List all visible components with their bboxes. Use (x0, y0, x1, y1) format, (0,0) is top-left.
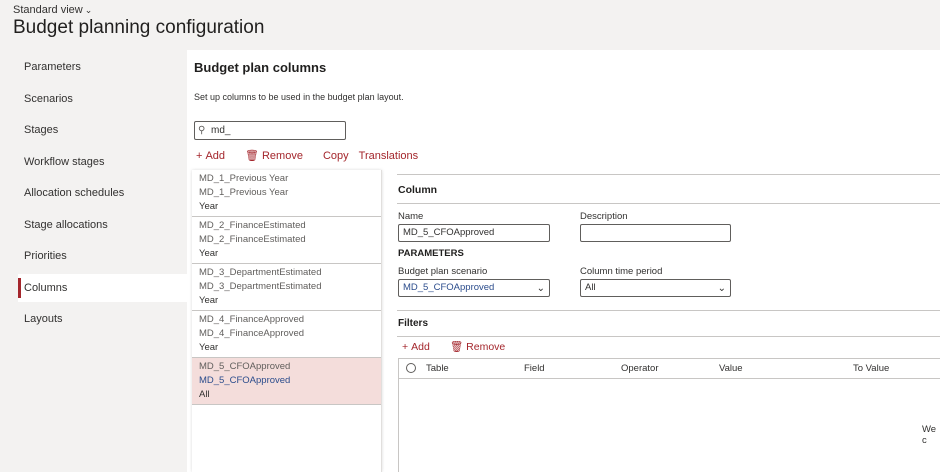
divider (397, 174, 940, 175)
sidebar-item-stages[interactable]: Stages (18, 116, 187, 144)
period-label: Column time period (580, 266, 663, 277)
sidebar-item-priorities[interactable]: Priorities (18, 242, 187, 270)
plus-icon: + (196, 149, 203, 162)
list-item[interactable]: MD_3_DepartmentEstimated MD_3_Department… (192, 264, 381, 311)
search-value: md_ (211, 125, 231, 136)
list-item[interactable]: MD_4_FinanceApproved MD_4_FinanceApprove… (192, 311, 381, 358)
filters-toolbar: + Add 🗑 Remove (402, 340, 525, 354)
divider (398, 358, 940, 359)
sidebar-item-parameters[interactable]: Parameters (18, 53, 187, 81)
section-title: Budget plan columns (194, 60, 327, 75)
translations-button[interactable]: Translations (359, 150, 419, 162)
filters-add-button[interactable]: + Add (402, 341, 440, 353)
page-title: Budget planning configuration (13, 17, 265, 38)
list-item[interactable]: MD_2_FinanceEstimated MD_2_FinanceEstima… (192, 217, 381, 264)
select-all-radio[interactable] (406, 363, 416, 373)
sidebar: Parameters Scenarios Stages Workflow sta… (12, 50, 187, 472)
grid-header-operator[interactable]: Operator (621, 363, 659, 374)
sidebar-item-columns[interactable]: Columns (18, 274, 187, 302)
remove-button[interactable]: 🗑 Remove (245, 149, 313, 162)
grid-header-value[interactable]: Value (719, 363, 743, 374)
name-label: Name (398, 211, 424, 222)
filters-remove-button[interactable]: 🗑 Remove (450, 340, 515, 353)
grid-header-field[interactable]: Field (524, 363, 545, 374)
divider (397, 203, 940, 204)
sidebar-item-allocation-schedules[interactable]: Allocation schedules (18, 179, 187, 207)
search-icon: ⚲ (198, 125, 206, 136)
column-heading: Column (398, 184, 438, 196)
sidebar-item-scenarios[interactable]: Scenarios (18, 85, 187, 113)
sidebar-item-stage-allocations[interactable]: Stage allocations (18, 211, 187, 239)
trash-icon: 🗑 (449, 341, 464, 353)
description-label: Description (580, 211, 628, 222)
add-button[interactable]: + Add (196, 150, 235, 162)
divider (397, 336, 940, 337)
list-toolbar: + Add 🗑 Remove Copy Translations (196, 149, 428, 163)
grid-border (398, 358, 399, 472)
chevron-down-icon: ⌄ (717, 283, 726, 294)
list-item-selected[interactable]: MD_5_CFOApproved MD_5_CFOApproved All (192, 358, 381, 405)
list-item[interactable]: MD_1_Previous Year MD_1_Previous Year Ye… (192, 170, 381, 217)
view-selector[interactable]: Standard view ⌄ (13, 4, 92, 16)
grid-empty-message: We c (922, 424, 937, 446)
name-field[interactable]: MD_5_CFOApproved (398, 224, 550, 242)
scenario-label: Budget plan scenario (398, 266, 488, 277)
divider (397, 310, 940, 311)
filters-heading: Filters (398, 318, 429, 329)
grid-header-to-value[interactable]: To Value (853, 363, 889, 374)
trash-icon: 🗑 (245, 150, 259, 162)
divider (398, 378, 940, 379)
column-list: MD_1_Previous Year MD_1_Previous Year Ye… (192, 170, 382, 472)
parameters-heading: PARAMETERS (398, 248, 464, 259)
view-label: Standard view (13, 4, 83, 16)
plus-icon: + (402, 340, 409, 353)
chevron-down-icon: ⌄ (536, 283, 545, 294)
description-field[interactable] (580, 224, 731, 242)
chevron-down-icon: ⌄ (84, 5, 93, 15)
grid-header-table[interactable]: Table (426, 363, 449, 374)
sidebar-item-workflow-stages[interactable]: Workflow stages (18, 148, 187, 176)
period-select[interactable]: All ⌄ (580, 279, 731, 297)
sidebar-item-layouts[interactable]: Layouts (18, 305, 187, 333)
copy-button[interactable]: Copy (323, 150, 349, 162)
scenario-select[interactable]: MD_5_CFOApproved ⌄ (398, 279, 550, 297)
section-description: Set up columns to be used in the budget … (194, 92, 404, 102)
search-input[interactable]: ⚲ md_ (194, 121, 346, 140)
